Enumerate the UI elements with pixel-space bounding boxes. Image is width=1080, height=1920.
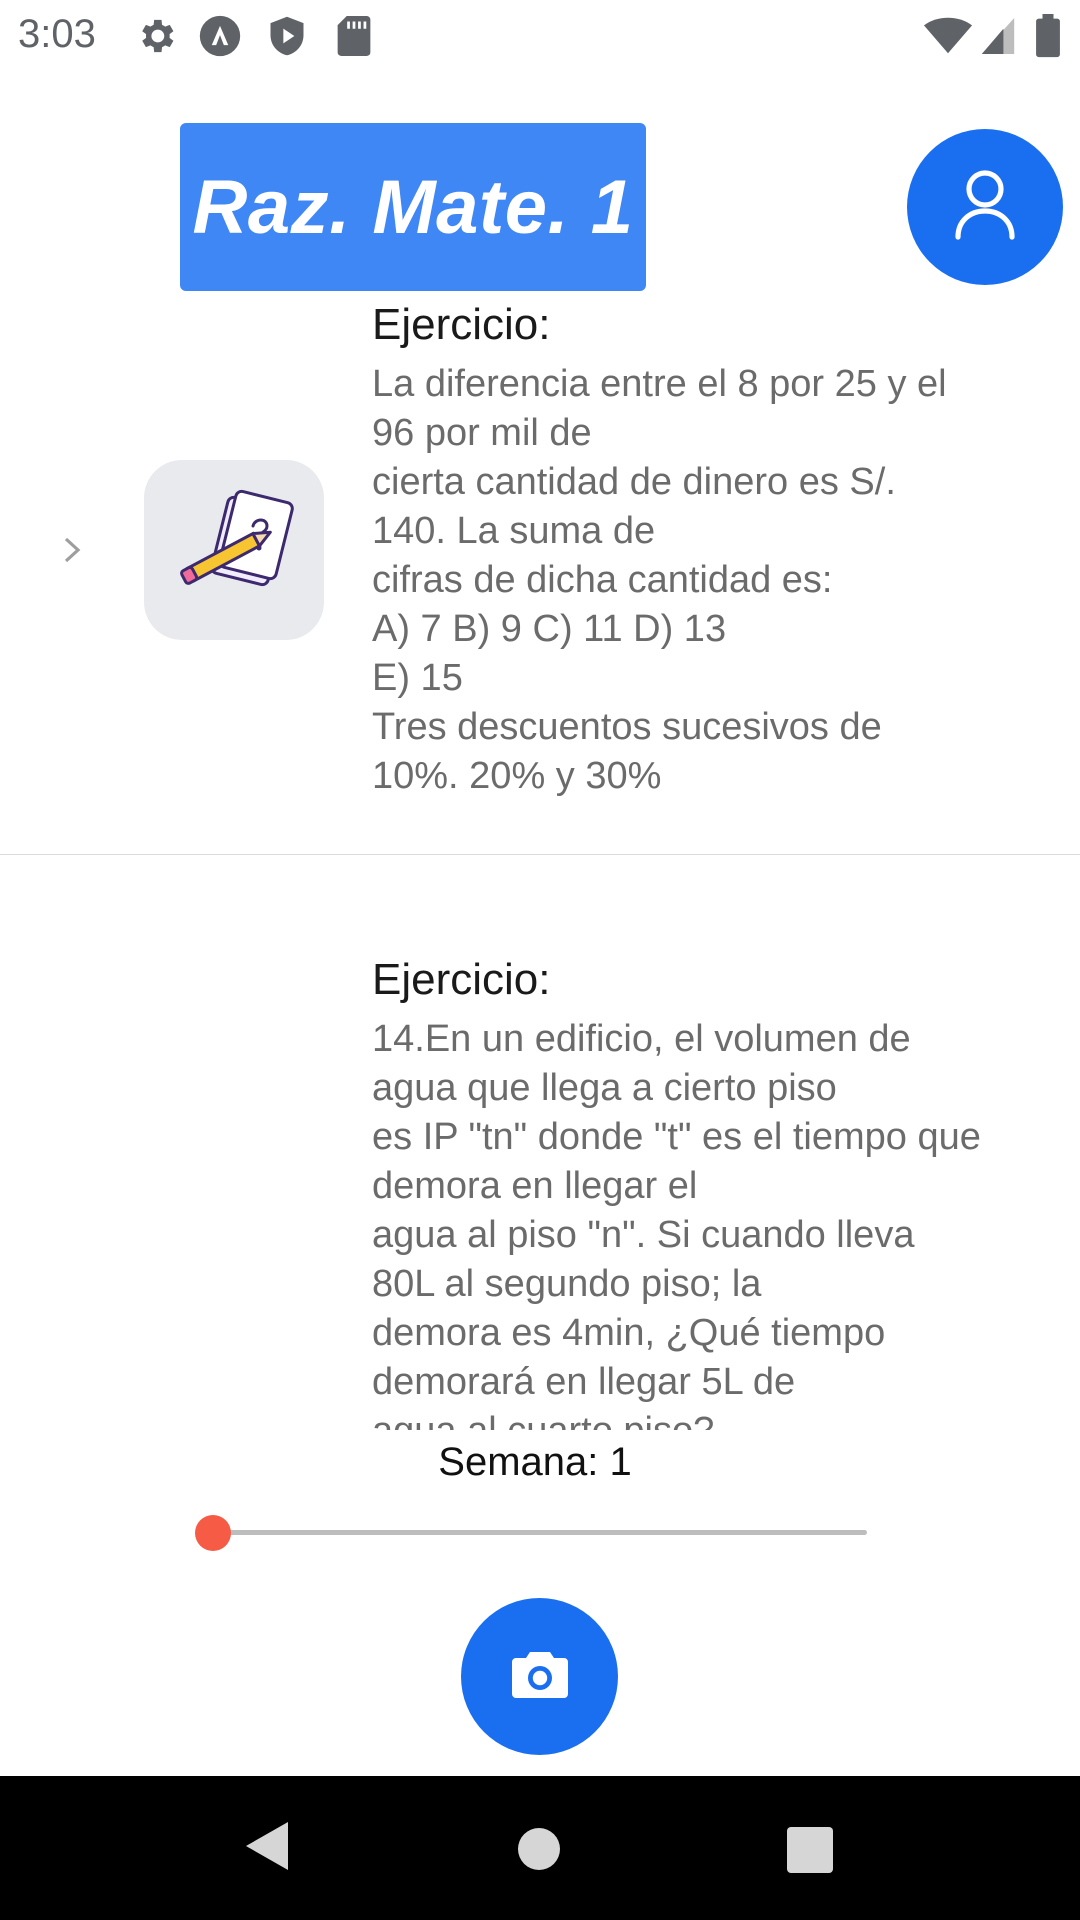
- week-slider-thumb[interactable]: [195, 1515, 231, 1551]
- exercise-list[interactable]: Ejercicio: La diferencia entre el 8 por …: [0, 300, 1080, 1430]
- list-item[interactable]: Ejercicio: 14.En un edificio, el volumen…: [0, 855, 1080, 1430]
- recents-icon[interactable]: [787, 1827, 833, 1873]
- chevron-right-icon: [60, 535, 84, 565]
- app-screen: 3:03 Raz. Mate. 1 Ejercicio: La diferenc…: [0, 0, 1080, 1920]
- week-label: Semana: 1: [438, 1440, 632, 1484]
- exercise-heading: Ejercicio:: [372, 300, 551, 349]
- exercise-text: Ejercicio: La diferencia entre el 8 por …: [372, 300, 1052, 801]
- camera-button[interactable]: [461, 1598, 618, 1755]
- list-item[interactable]: Ejercicio: La diferencia entre el 8 por …: [0, 300, 1080, 855]
- camera-icon: [508, 1646, 572, 1707]
- exercise-heading: Ejercicio:: [372, 955, 551, 1004]
- sd-card-icon: [334, 14, 374, 63]
- gear-icon: [134, 14, 178, 63]
- week-slider-track[interactable]: [213, 1530, 867, 1535]
- user-icon: [953, 169, 1017, 246]
- app-title: Raz. Mate. 1: [192, 164, 634, 250]
- home-icon[interactable]: [518, 1828, 560, 1870]
- status-time: 3:03: [18, 12, 96, 56]
- exercise-text: Ejercicio: 14.En un edificio, el volumen…: [372, 955, 1052, 1430]
- wifi-icon: [923, 16, 973, 61]
- battery-icon: [1035, 14, 1061, 63]
- exercise-thumbnail: [144, 460, 324, 640]
- app-title-banner: Raz. Mate. 1: [180, 123, 646, 291]
- back-icon[interactable]: [244, 1820, 290, 1877]
- week-selector-panel: Semana: 1: [0, 1430, 1080, 1776]
- exercise-body: 14.En un edificio, el volumen de agua qu…: [372, 1018, 981, 1430]
- shield-play-icon: [265, 14, 309, 63]
- signal-icon: [980, 16, 1016, 61]
- pencil-paper-icon: [169, 488, 299, 613]
- status-bar: 3:03: [0, 0, 1080, 75]
- navigation-bar: [0, 1776, 1080, 1920]
- a-icon: [198, 14, 242, 63]
- profile-button[interactable]: [907, 129, 1063, 285]
- exercise-body: La diferencia entre el 8 por 25 y el 96 …: [372, 363, 947, 797]
